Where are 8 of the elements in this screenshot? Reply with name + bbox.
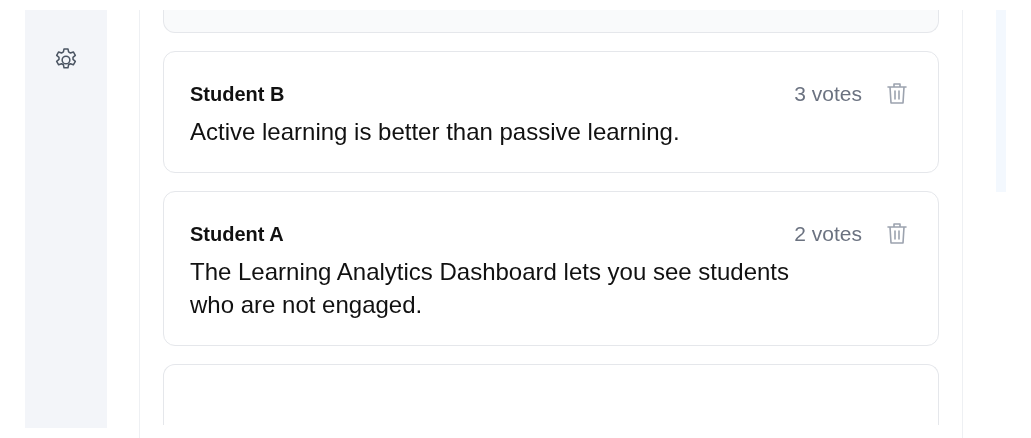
author-name: Student B [190,82,286,106]
idea-text: Active learning is better than passive learning. [190,117,681,147]
vote-count: 2 votes [794,222,862,247]
vote-count: 3 votes [794,82,862,106]
trash-icon[interactable] [886,82,908,106]
idea-text: The Learning Analytics Dashboard lets you see students who are not engaged. [190,257,791,320]
trash-icon[interactable] [886,222,908,247]
author-name: Student A [190,222,285,246]
